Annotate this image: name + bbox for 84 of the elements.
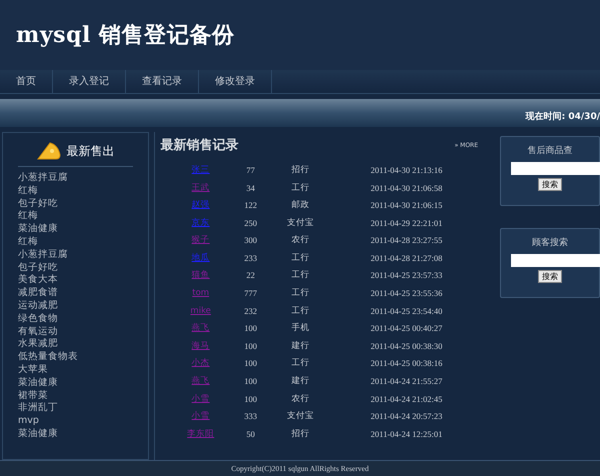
amount-cell-text: 100 [243, 357, 258, 370]
bank-cell-text: 工行 [290, 304, 311, 318]
sidebar-link[interactable]: 非洲乱丁 [18, 402, 133, 416]
sidebar-link[interactable]: 美食大本 [18, 274, 133, 288]
bank-cell-text: 支付宝 [286, 216, 316, 230]
time-cell: 2011-04-28 23:27:55 [370, 234, 442, 248]
amount-cell-text: 77 [245, 164, 256, 177]
bank-cell-text: 工行 [290, 252, 311, 265]
time-cell: 2011-04-25 23:57:33 [370, 269, 442, 282]
cheese-icon [36, 141, 62, 161]
bank-cell-text: 招行 [290, 428, 311, 441]
clock-text: 现在时间: 04/30/ [526, 110, 600, 124]
bank-cell-text: 建行 [290, 375, 311, 388]
sidebar-link[interactable]: 绿色食物 [18, 312, 133, 326]
sidebar-link[interactable]: 大苹果 [18, 364, 133, 377]
sidebar-link[interactable]: mvp [18, 415, 133, 428]
sidebar-link[interactable]: 小葱拌豆腐 [18, 172, 133, 185]
bank-cell-text: 农行 [290, 234, 311, 248]
bank-cell-text: 建行 [290, 340, 311, 353]
sidebar-link[interactable]: 水果减肥 [18, 338, 133, 352]
amount-cell-text: 34 [245, 182, 256, 194]
amount-cell-text: 233 [243, 252, 258, 265]
amount-cell-text: 100 [243, 375, 258, 388]
time-cell: 2011-04-29 22:21:01 [370, 216, 442, 230]
time-cell: 2011-04-30 21:06:58 [370, 182, 442, 194]
search-title: 顾客搜索 [532, 237, 568, 250]
amount-cell-text: 300 [243, 234, 258, 248]
time-cell: 2011-04-30 21:13:16 [370, 164, 442, 177]
nav-tab[interactable]: 首页 [0, 70, 53, 93]
nav-tab[interactable]: 录入登记 [53, 70, 126, 93]
time-cell: 2011-04-24 12:25:01 [370, 428, 442, 441]
sidebar-link[interactable]: 小葱拌豆腐 [18, 248, 133, 262]
time-cell: 2011-04-25 00:40:27 [370, 322, 442, 336]
time-cell: 2011-04-28 21:27:08 [370, 252, 442, 265]
amount-cell-text: 232 [243, 304, 258, 318]
time-cell: 2011-04-25 23:54:40 [370, 304, 442, 318]
sidebar-link[interactable]: 红梅 [18, 210, 133, 224]
sidebar-link[interactable]: 有氧运动 [18, 326, 133, 338]
amount-cell-text: 22 [245, 269, 256, 282]
sidebar-title: 最新售出 [66, 143, 114, 160]
sidebar-link[interactable]: 包子好吃 [18, 262, 133, 274]
amount-cell-text: 50 [245, 428, 256, 441]
nav-tab[interactable]: 查看记录 [126, 70, 199, 93]
site-title: mysql 销售登记备份 [16, 20, 234, 50]
amount-cell-text: 333 [243, 410, 258, 423]
sidebar-link[interactable]: 裙带菜 [18, 390, 133, 402]
time-cell: 2011-04-24 21:02:45 [370, 392, 442, 406]
amount-cell-text: 100 [243, 392, 258, 406]
sidebar-link[interactable]: 包子好吃 [18, 198, 133, 210]
bank-cell-text: 农行 [290, 392, 311, 406]
search-field[interactable] [511, 162, 600, 174]
amount-cell-text: 100 [243, 340, 258, 353]
time-cell: 2011-04-24 20:57:23 [370, 410, 442, 423]
time-cell: 2011-04-25 00:38:16 [370, 357, 442, 370]
amount-cell-text: 250 [243, 216, 258, 230]
sidebar-link[interactable]: 菜油健康 [18, 223, 133, 236]
bank-cell-text: 工行 [290, 182, 311, 194]
sidebar-link[interactable]: 减肥食谱 [18, 287, 133, 300]
bank-cell-text: 邮政 [290, 199, 311, 212]
search-button[interactable]: 搜索 [538, 178, 562, 190]
search-title: 售后商品查 [528, 145, 572, 158]
sidebar-link[interactable]: 菜油健康 [18, 376, 133, 390]
amount-cell-text: 100 [243, 322, 258, 336]
bank-cell-text: 工行 [290, 357, 311, 370]
bank-cell-text: 招行 [290, 164, 311, 177]
sidebar-link[interactable]: 菜油健康 [18, 428, 133, 441]
time-cell: 2011-04-24 21:55:27 [370, 375, 442, 388]
bank-cell-text: 工行 [290, 269, 311, 282]
sidebar-link[interactable]: 运动减肥 [18, 300, 133, 313]
time-cell: 2011-04-30 21:06:15 [370, 199, 442, 212]
search-button[interactable]: 搜索 [538, 270, 562, 282]
records-title: 最新销售记录 [160, 136, 239, 155]
bank-cell-text: 工行 [290, 287, 311, 300]
amount-cell-text: 122 [243, 199, 258, 212]
bank-cell-text: 支付宝 [286, 410, 316, 423]
time-cell: 2011-04-25 00:38:30 [370, 340, 442, 353]
bank-cell-text: 手机 [290, 322, 311, 336]
sidebar-link[interactable]: 红梅 [18, 184, 133, 198]
sidebar-link[interactable]: 红梅 [18, 236, 133, 249]
search-field[interactable] [511, 254, 600, 266]
time-cell: 2011-04-25 23:55:36 [370, 287, 442, 300]
nav-tab[interactable]: 修改登录 [199, 70, 272, 93]
sidebar-link[interactable]: 低热量食物表 [18, 351, 133, 364]
amount-cell-text: 777 [243, 287, 258, 300]
